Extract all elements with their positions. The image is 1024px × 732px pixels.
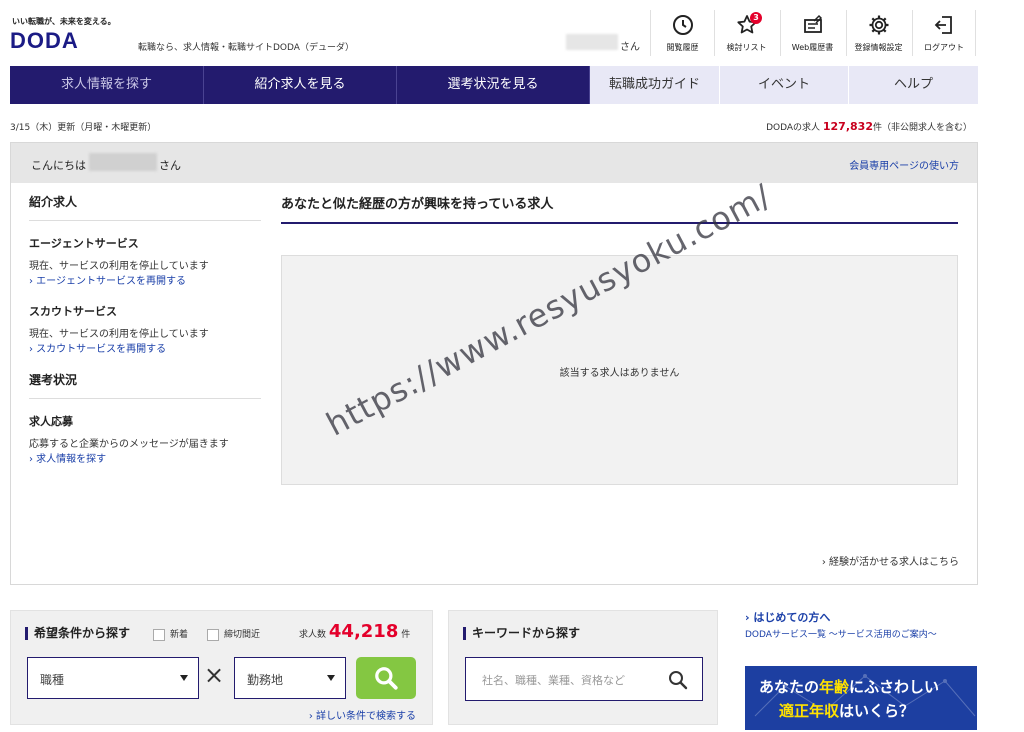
logout-label: ログアウト bbox=[924, 43, 964, 52]
banner-highlight-salary: 適正年収 bbox=[779, 702, 840, 720]
recommended-title: あなたと似た経歴の方が興味を持っている求人 bbox=[281, 193, 958, 224]
jobs-prefix: DODAの求人 bbox=[766, 123, 823, 133]
new-checkbox[interactable]: 新着 bbox=[153, 627, 188, 641]
resume-icon bbox=[803, 14, 822, 33]
update-info: 3/15（木）更新（月曜・木曜更新） bbox=[10, 123, 157, 133]
watchlist-count-badge: 3 bbox=[750, 12, 762, 24]
user-suffix: さん bbox=[620, 42, 640, 53]
scout-service-block: スカウトサービス 現在、サービスの利用を停止しています › スカウトサービスを再… bbox=[29, 303, 261, 357]
clock-icon bbox=[672, 15, 693, 35]
greeting-text: こんにちは bbox=[31, 159, 86, 172]
search-icon[interactable] bbox=[666, 668, 690, 692]
member-guide-link[interactable]: 会員専用ページの使い方 bbox=[849, 157, 959, 172]
keyword-placeholder: 社名、職種、業種、資格など bbox=[482, 674, 625, 687]
recommended-section: あなたと似た経歴の方が興味を持っている求人 該当する求人はありません bbox=[281, 193, 958, 485]
watchlist-label: 検討リスト bbox=[726, 43, 767, 52]
logout-button[interactable]: ログアウト bbox=[912, 10, 976, 56]
job-type-select[interactable]: 職種 bbox=[27, 657, 199, 699]
chevron-down-icon bbox=[180, 675, 188, 681]
banner-line1: あなたの年齢にふさわしい bbox=[759, 676, 939, 697]
count-value: 44,218 bbox=[328, 621, 399, 642]
tab-events[interactable]: イベント bbox=[720, 66, 849, 104]
new-checkbox-label: 新着 bbox=[170, 630, 189, 640]
blurred-name bbox=[89, 153, 157, 171]
main-navigation: 求人情報を探す 紹介求人を見る 選考状況を見る 転職成功ガイド イベント ヘルプ bbox=[10, 66, 978, 104]
advanced-search-link[interactable]: › 詳しい条件で検索する bbox=[309, 707, 416, 722]
banner-text-c: にふさわしい bbox=[849, 678, 940, 696]
chevron-down-icon bbox=[327, 675, 335, 681]
jobs-suffix: 件（非公開求人を含む） bbox=[872, 123, 972, 133]
banner-text-d: はいくら？ bbox=[839, 702, 915, 720]
apply-title: 求人応募 bbox=[29, 415, 73, 428]
total-jobs: DODAの求人 127,832件（非公開求人を含む） bbox=[766, 120, 972, 133]
tab-help[interactable]: ヘルプ bbox=[849, 66, 978, 104]
location-value: 勤務地 bbox=[247, 673, 284, 687]
scout-service-desc: 現在、サービスの利用を停止しています bbox=[29, 329, 209, 340]
agent-service-desc: 現在、サービスの利用を停止しています bbox=[29, 261, 209, 272]
cross-symbol: × bbox=[204, 661, 225, 689]
salary-banner[interactable]: あなたの年齢にふさわしい 適正年収はいくら？ bbox=[745, 666, 977, 730]
tab-search-jobs[interactable]: 求人情報を探す bbox=[10, 66, 204, 104]
blurred-username bbox=[566, 34, 618, 50]
web-resume-label: Web履歴書 bbox=[791, 43, 834, 52]
condition-search-title: 希望条件から探す bbox=[25, 627, 130, 640]
settings-label: 登録情報設定 bbox=[854, 43, 903, 52]
doda-logo[interactable]: DODA bbox=[10, 28, 79, 54]
agent-service-title: エージェントサービス bbox=[29, 237, 139, 250]
search-jobs-link[interactable]: › 求人情報を探す bbox=[29, 452, 261, 467]
greeting-bar: こんにちは さん 会員専用ページの使い方 bbox=[11, 143, 977, 183]
count-unit: 件 bbox=[401, 630, 411, 640]
jobs-count: 127,832 bbox=[822, 120, 873, 133]
web-resume-button[interactable]: Web履歴書 bbox=[780, 10, 844, 56]
gear-icon bbox=[869, 15, 888, 35]
resume-agent-link[interactable]: › エージェントサービスを再開する bbox=[29, 274, 261, 289]
new-checkbox-box[interactable] bbox=[153, 628, 165, 641]
deadline-checkbox-label: 締切間近 bbox=[224, 630, 261, 640]
location-select[interactable]: 勤務地 bbox=[234, 657, 346, 699]
job-type-value: 職種 bbox=[40, 673, 65, 687]
tab-selection-status[interactable]: 選考状況を見る bbox=[397, 66, 590, 104]
tab-success-guide[interactable]: 転職成功ガイド bbox=[590, 66, 720, 104]
site-header: いい転職が、未来を変える。 DODA 転職なら、求人情報・転職サイトDODA（デ… bbox=[0, 0, 1024, 66]
logo-subtitle: 転職なら、求人情報・転職サイトDODA（デューダ） bbox=[138, 43, 354, 53]
service-list-link[interactable]: DODAサービス一覧 ～サービス活用のご案内～ bbox=[745, 627, 937, 640]
greeting-suffix: さん bbox=[159, 159, 181, 172]
member-panel: こんにちは さん 会員専用ページの使い方 紹介求人 エージェントサービス 現在、… bbox=[10, 142, 978, 585]
sidebar: 紹介求人 エージェントサービス 現在、サービスの利用を停止しています › エージ… bbox=[29, 193, 261, 481]
history-button[interactable]: 閲覧履歴 bbox=[650, 10, 714, 56]
condition-search: 希望条件から探す 新着 締切間近 求人数 44,218 件 職種 × 勤務地 ›… bbox=[10, 610, 433, 725]
agent-service-block: エージェントサービス 現在、サービスの利用を停止しています › エージェントサー… bbox=[29, 235, 261, 289]
banner-text-a: あなたの bbox=[759, 678, 820, 696]
experience-jobs-link[interactable]: › 経験が活かせる求人はこちら bbox=[822, 553, 959, 568]
watchlist-button[interactable]: 3 検討リスト bbox=[714, 10, 778, 56]
tab-introduced-jobs[interactable]: 紹介求人を見る bbox=[204, 66, 397, 104]
settings-button[interactable]: 登録情報設定 bbox=[846, 10, 910, 56]
banner-line2: 適正年収はいくら？ bbox=[779, 700, 914, 721]
search-icon bbox=[375, 667, 398, 690]
count-label: 求人数 bbox=[299, 630, 327, 640]
apply-block: 求人応募 応募すると企業からのメッセージが届きます › 求人情報を探す bbox=[29, 413, 261, 467]
scout-service-title: スカウトサービス bbox=[29, 305, 117, 318]
first-time-link[interactable]: › はじめての方へ bbox=[745, 609, 830, 625]
tagline: いい転職が、未来を変える。 bbox=[12, 17, 116, 26]
keyword-input[interactable]: 社名、職種、業種、資格など bbox=[465, 657, 703, 701]
resume-scout-link[interactable]: › スカウトサービスを再開する bbox=[29, 342, 261, 357]
deadline-checkbox-box[interactable] bbox=[207, 628, 219, 641]
condition-job-count: 求人数 44,218 件 bbox=[299, 621, 410, 642]
logout-icon bbox=[934, 16, 952, 34]
history-label: 閲覧履歴 bbox=[666, 43, 699, 52]
apply-desc: 応募すると企業からのメッセージが届きます bbox=[29, 439, 229, 450]
keyword-search: キーワードから探す 社名、職種、業種、資格など bbox=[448, 610, 718, 725]
condition-search-button[interactable] bbox=[356, 657, 416, 699]
keyword-search-title: キーワードから探す bbox=[463, 627, 580, 640]
banner-highlight-age: 年齢 bbox=[819, 678, 850, 696]
section-introduced: 紹介求人 bbox=[29, 193, 261, 221]
section-selection: 選考状況 bbox=[29, 371, 261, 399]
deadline-checkbox[interactable]: 締切間近 bbox=[207, 627, 260, 641]
